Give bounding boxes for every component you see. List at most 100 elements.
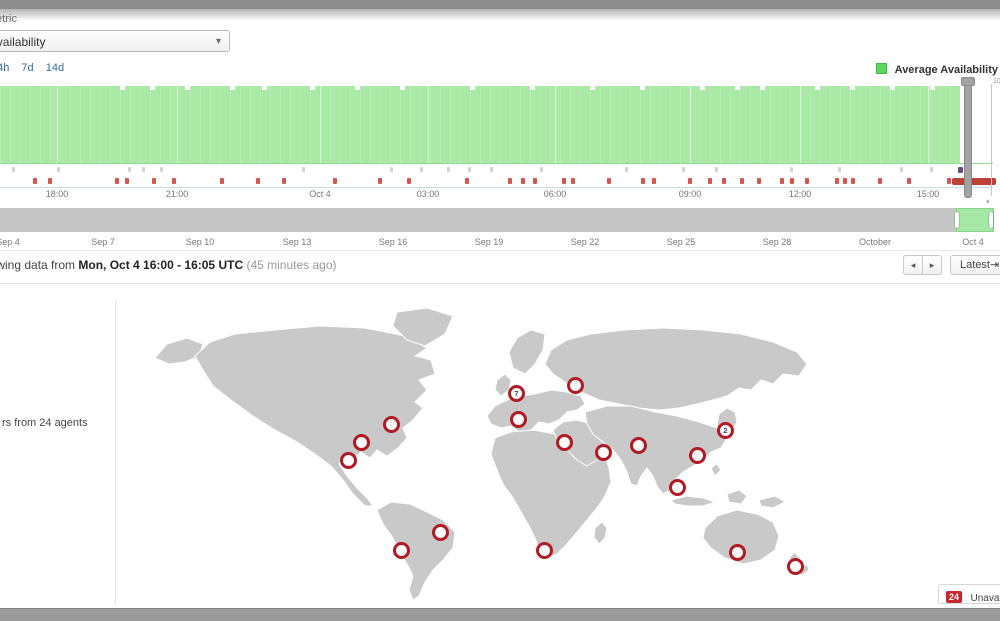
metric-dropdown[interactable]: Availability ▾	[0, 30, 230, 52]
agent-marker[interactable]	[556, 434, 573, 451]
error-event-tick[interactable]	[851, 178, 855, 184]
prev-button[interactable]: ◂	[903, 255, 923, 275]
overview-timeline-bar[interactable]	[0, 208, 958, 232]
error-event-tick[interactable]	[115, 178, 119, 184]
error-event-tick[interactable]	[607, 178, 611, 184]
availability-dip	[150, 86, 155, 90]
error-event-tick[interactable]	[708, 178, 712, 184]
latest-button[interactable]: Latest⇥	[950, 255, 1000, 275]
chart-gridline	[928, 86, 929, 163]
agent-marker[interactable]	[630, 437, 647, 454]
agent-marker[interactable]	[787, 558, 804, 575]
map-south-america	[377, 502, 455, 600]
error-event-tick[interactable]	[805, 178, 809, 184]
error-event-tick[interactable]	[465, 178, 469, 184]
error-event-tick[interactable]	[780, 178, 784, 184]
range-7d-link[interactable]: 7d	[21, 62, 33, 74]
next-button[interactable]: ▸	[922, 255, 942, 275]
error-event-tick[interactable]	[282, 178, 286, 184]
map-philippines	[711, 464, 721, 476]
event-tick-gray	[900, 167, 903, 172]
overview-axis-label: Sep 13	[283, 237, 312, 247]
agent-marker[interactable]	[595, 444, 612, 461]
agent-marker[interactable]	[669, 479, 686, 496]
availability-dip	[262, 86, 267, 90]
error-event-tick[interactable]	[508, 178, 512, 184]
map-indonesia	[671, 496, 715, 506]
timeline-cursor-handle[interactable]	[961, 77, 975, 86]
error-event-tick[interactable]	[688, 178, 692, 184]
range-14d-link[interactable]: 14d	[46, 62, 64, 74]
agent-marker-count: 7	[511, 388, 522, 399]
error-event-tick[interactable]	[652, 178, 656, 184]
right-axis-label: 100	[993, 78, 1000, 85]
chart-baseline	[0, 163, 993, 164]
availability-dip	[530, 86, 535, 90]
agent-marker[interactable]	[567, 377, 584, 394]
error-event-tick[interactable]	[378, 178, 382, 184]
time-axis-label: 03:00	[417, 189, 440, 199]
range-24h-link[interactable]: 24h	[0, 62, 9, 74]
time-axis-label: 15:00	[917, 189, 940, 199]
chart-legend: Average Availability	[876, 63, 998, 76]
error-event-tick[interactable]	[878, 178, 882, 184]
agent-marker[interactable]	[432, 524, 449, 541]
timeline-cursor[interactable]	[964, 84, 972, 198]
error-event-tick[interactable]	[947, 178, 951, 184]
unavailable-badge[interactable]: 24 Unavailable	[938, 584, 1000, 604]
metric-label: Metric	[0, 13, 17, 25]
agent-marker[interactable]	[729, 544, 746, 561]
error-event-tick[interactable]	[48, 178, 52, 184]
chart-gridline	[690, 86, 691, 163]
event-tick-gray	[57, 167, 60, 172]
selection-left-handle[interactable]	[955, 212, 959, 228]
error-event-tick[interactable]	[521, 178, 525, 184]
selection-right-handle[interactable]	[989, 212, 993, 228]
error-event-tick[interactable]	[571, 178, 575, 184]
agent-marker[interactable]	[393, 542, 410, 559]
agent-marker[interactable]	[536, 542, 553, 559]
availability-area-chart[interactable]	[0, 86, 960, 163]
error-event-tick[interactable]	[835, 178, 839, 184]
error-event-tick[interactable]	[641, 178, 645, 184]
error-event-tick[interactable]	[843, 178, 847, 184]
error-event-tick[interactable]	[722, 178, 726, 184]
error-event-tick[interactable]	[907, 178, 911, 184]
error-event-tick[interactable]	[407, 178, 411, 184]
error-event-tick[interactable]	[790, 178, 794, 184]
availability-dip	[700, 86, 705, 90]
error-event-tick[interactable]	[33, 178, 37, 184]
map-alaska	[155, 338, 203, 364]
event-tick-gray	[540, 167, 543, 172]
time-axis-line	[0, 187, 993, 188]
agent-marker[interactable]	[383, 416, 400, 433]
error-event-tick[interactable]	[172, 178, 176, 184]
error-event-tick[interactable]	[152, 178, 156, 184]
error-event-tick[interactable]	[125, 178, 129, 184]
agent-marker[interactable]	[340, 452, 357, 469]
agent-marker[interactable]	[510, 411, 527, 428]
event-tick-accent	[958, 167, 963, 173]
agent-marker[interactable]	[353, 434, 370, 451]
error-event-tick[interactable]	[740, 178, 744, 184]
overview-axis-label: Sep 7	[91, 237, 115, 247]
map-borneo	[727, 490, 747, 504]
unavailable-event-bar[interactable]	[952, 178, 996, 185]
availability-dip	[930, 86, 935, 90]
error-event-tick[interactable]	[333, 178, 337, 184]
availability-dip	[185, 86, 190, 90]
agent-marker[interactable]	[689, 447, 706, 464]
map-russia	[545, 328, 807, 410]
overview-axis-label: Oct 4	[962, 237, 984, 247]
error-event-tick[interactable]	[562, 178, 566, 184]
availability-dip	[760, 86, 765, 90]
error-event-tick[interactable]	[220, 178, 224, 184]
event-tick-gray	[715, 167, 718, 172]
agent-marker[interactable]: 7	[508, 385, 525, 402]
agent-marker[interactable]: 2	[717, 422, 734, 439]
agent-marker-count: 2	[720, 425, 731, 436]
error-event-tick[interactable]	[757, 178, 761, 184]
error-event-tick[interactable]	[533, 178, 537, 184]
error-event-tick[interactable]	[256, 178, 260, 184]
time-axis-label: 12:00	[789, 189, 812, 199]
